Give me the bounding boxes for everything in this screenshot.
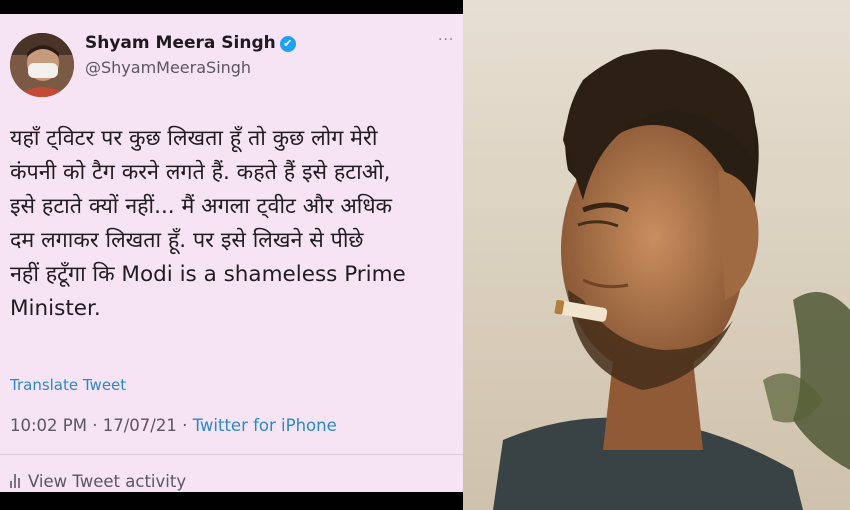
verified-icon: ✔: [279, 36, 296, 52]
avatar[interactable]: [10, 33, 74, 97]
portrait-photo: [463, 0, 850, 510]
tweet-timestamp[interactable]: 10:02 PM · 17/07/21 ·: [10, 416, 193, 435]
user-name-text[interactable]: Shyam Meera Singh: [85, 33, 276, 53]
tweet-meta: 10:02 PM · 17/07/21 · Twitter for iPhone: [10, 416, 337, 435]
analytics-bar-icon: [10, 474, 20, 488]
tweet-line: इसे हटाते क्यों नहीं... मैं अगला ट्वीट औ…: [10, 194, 393, 219]
tweet-line: दम लगाकर लिखता हूँ. पर इसे लिखने से पीछे: [10, 228, 364, 253]
translate-tweet-link[interactable]: Translate Tweet: [10, 376, 126, 394]
tweet-card: Shyam Meera Singh ✔ @ShyamMeeraSingh ··· …: [0, 14, 463, 492]
user-handle[interactable]: @ShyamMeeraSingh: [85, 58, 251, 77]
tweet-line: कंपनी को टैग करने लगते हैं. कहते हैं इसे…: [10, 160, 391, 185]
more-icon[interactable]: ···: [438, 32, 454, 48]
tweet-line: Minister.: [10, 296, 101, 321]
divider: [0, 454, 463, 455]
user-name[interactable]: Shyam Meera Singh ✔: [85, 33, 296, 53]
view-tweet-activity-label: View Tweet activity: [28, 472, 187, 491]
tweet-text: यहाँ ट्विटर पर कुछ लिखता हूँ तो कुछ लोग …: [10, 122, 458, 326]
tweet-line: यहाँ ट्विटर पर कुछ लिखता हूँ तो कुछ लोग …: [10, 126, 378, 151]
tweet-line: नहीं हटूँगा कि Modi is a shameless Prime: [10, 262, 406, 287]
tweet-source-link[interactable]: Twitter for iPhone: [193, 416, 337, 435]
view-tweet-activity-button[interactable]: View Tweet activity: [10, 472, 186, 491]
